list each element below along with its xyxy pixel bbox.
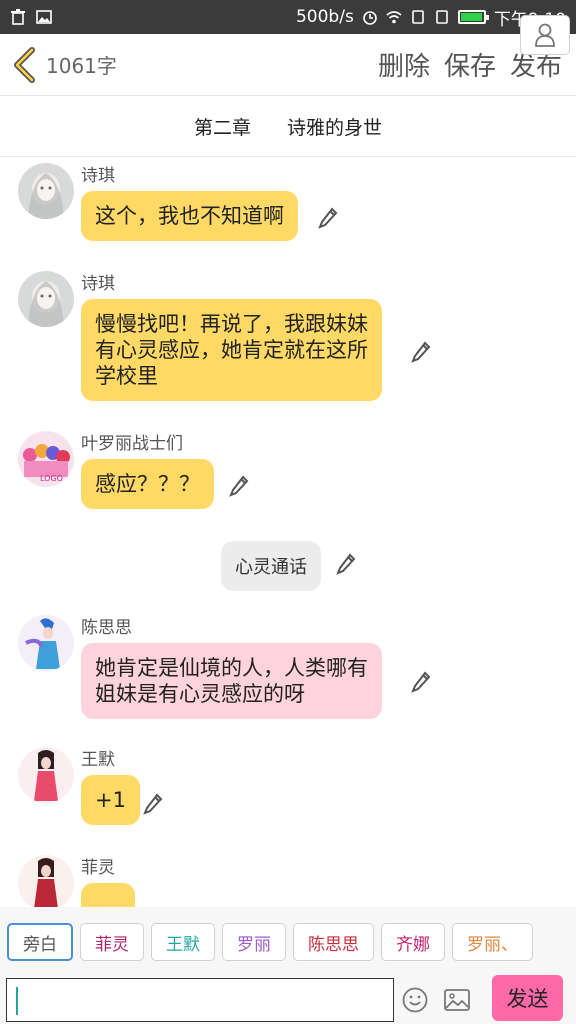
alarm-icon bbox=[363, 11, 377, 25]
avatar[interactable] bbox=[18, 271, 74, 327]
role-qina[interactable]: 齐娜 bbox=[381, 923, 445, 961]
wifi-icon bbox=[386, 11, 402, 24]
sender-name: 王默 bbox=[81, 750, 115, 770]
sender-name: 菲灵 bbox=[81, 858, 115, 878]
trash-icon bbox=[11, 9, 25, 25]
sender-name: 陈思思 bbox=[81, 618, 132, 638]
message-input[interactable] bbox=[6, 978, 394, 1022]
save-button[interactable]: 保存 bbox=[444, 46, 496, 83]
role-chensisi[interactable]: 陈思思 bbox=[293, 923, 374, 961]
edit-icon[interactable] bbox=[411, 341, 431, 363]
user-icon bbox=[535, 23, 555, 47]
sender-name: 叶罗丽战士们 bbox=[81, 434, 183, 454]
message-bubble[interactable]: 这个，我也不知道啊 bbox=[81, 191, 298, 241]
status-bar: 500b/s 下午9:10 bbox=[0, 0, 576, 34]
message-line: 有心灵感应，她肯定就在这所 bbox=[95, 338, 368, 362]
net-speed: 500b/s bbox=[295, 7, 354, 27]
sender-name: 诗琪 bbox=[81, 166, 115, 186]
edit-icon[interactable] bbox=[318, 207, 338, 229]
emoji-icon[interactable] bbox=[401, 986, 429, 1014]
sim2-icon bbox=[436, 10, 448, 24]
chapter-title: 第二章 诗雅的身世 bbox=[0, 97, 576, 157]
role-luoli-group[interactable]: 罗丽、 bbox=[452, 923, 533, 961]
back-icon bbox=[14, 46, 35, 83]
edit-icon[interactable] bbox=[336, 553, 356, 575]
chapter-name: 诗雅的身世 bbox=[287, 117, 383, 139]
delete-button[interactable]: 删除 bbox=[378, 46, 430, 83]
role-luoli[interactable]: 罗丽 bbox=[222, 923, 286, 961]
role-narrator[interactable]: 旁白 bbox=[7, 923, 73, 961]
narration-bubble[interactable]: 心灵通话 bbox=[221, 541, 321, 591]
battery-icon bbox=[457, 10, 489, 24]
role-selector: 旁白 菲灵 王默 罗丽 陈思思 齐娜 罗丽、 bbox=[0, 907, 576, 977]
avatar[interactable] bbox=[18, 615, 74, 671]
svg-text:LOGO: LOGO bbox=[40, 474, 63, 483]
message-bubble[interactable] bbox=[81, 883, 135, 907]
chat-list[interactable]: 诗琪 这个，我也不知道啊 诗琪 慢慢找吧！再说了，我跟妹妹 有心灵感应，她肯定就… bbox=[0, 157, 576, 907]
avatar[interactable] bbox=[18, 163, 74, 219]
image-icon[interactable] bbox=[443, 986, 471, 1014]
character-manager-button[interactable] bbox=[520, 15, 570, 55]
avatar[interactable] bbox=[18, 747, 74, 803]
sender-name: 诗琪 bbox=[81, 274, 115, 294]
message-line: 学校里 bbox=[95, 364, 158, 388]
chapter-number: 第二章 bbox=[193, 117, 251, 139]
role-feiling[interactable]: 菲灵 bbox=[80, 923, 144, 961]
send-button[interactable]: 发送 bbox=[492, 975, 563, 1021]
message-line: 她肯定是仙境的人，人类哪有 bbox=[95, 656, 368, 680]
word-count: 1061字 bbox=[46, 54, 117, 78]
sim1-icon bbox=[412, 10, 424, 24]
message-line: 姐妹是有心灵感应的呀 bbox=[95, 682, 305, 706]
edit-icon[interactable] bbox=[229, 475, 249, 497]
edit-icon[interactable] bbox=[143, 793, 163, 815]
message-bubble[interactable]: 慢慢找吧！再说了，我跟妹妹 有心灵感应，她肯定就在这所 学校里 bbox=[81, 299, 382, 401]
avatar[interactable]: LOGO bbox=[18, 431, 74, 487]
top-bar: 1061字 删除 保存 发布 bbox=[0, 34, 576, 96]
message-bubble[interactable]: 感应？？？ bbox=[81, 459, 214, 509]
message-line: 慢慢找吧！再说了，我跟妹妹 bbox=[95, 312, 368, 336]
edit-icon[interactable] bbox=[411, 671, 431, 693]
text-caret bbox=[16, 987, 18, 1015]
message-bubble[interactable]: +1 bbox=[81, 775, 140, 825]
input-bar: 发送 bbox=[0, 975, 576, 1024]
gallery-icon bbox=[36, 10, 52, 24]
back-button[interactable] bbox=[12, 45, 42, 85]
message-bubble[interactable]: 她肯定是仙境的人，人类哪有 姐妹是有心灵感应的呀 bbox=[81, 643, 382, 719]
avatar[interactable] bbox=[18, 855, 74, 907]
role-wangmo[interactable]: 王默 bbox=[151, 923, 215, 961]
